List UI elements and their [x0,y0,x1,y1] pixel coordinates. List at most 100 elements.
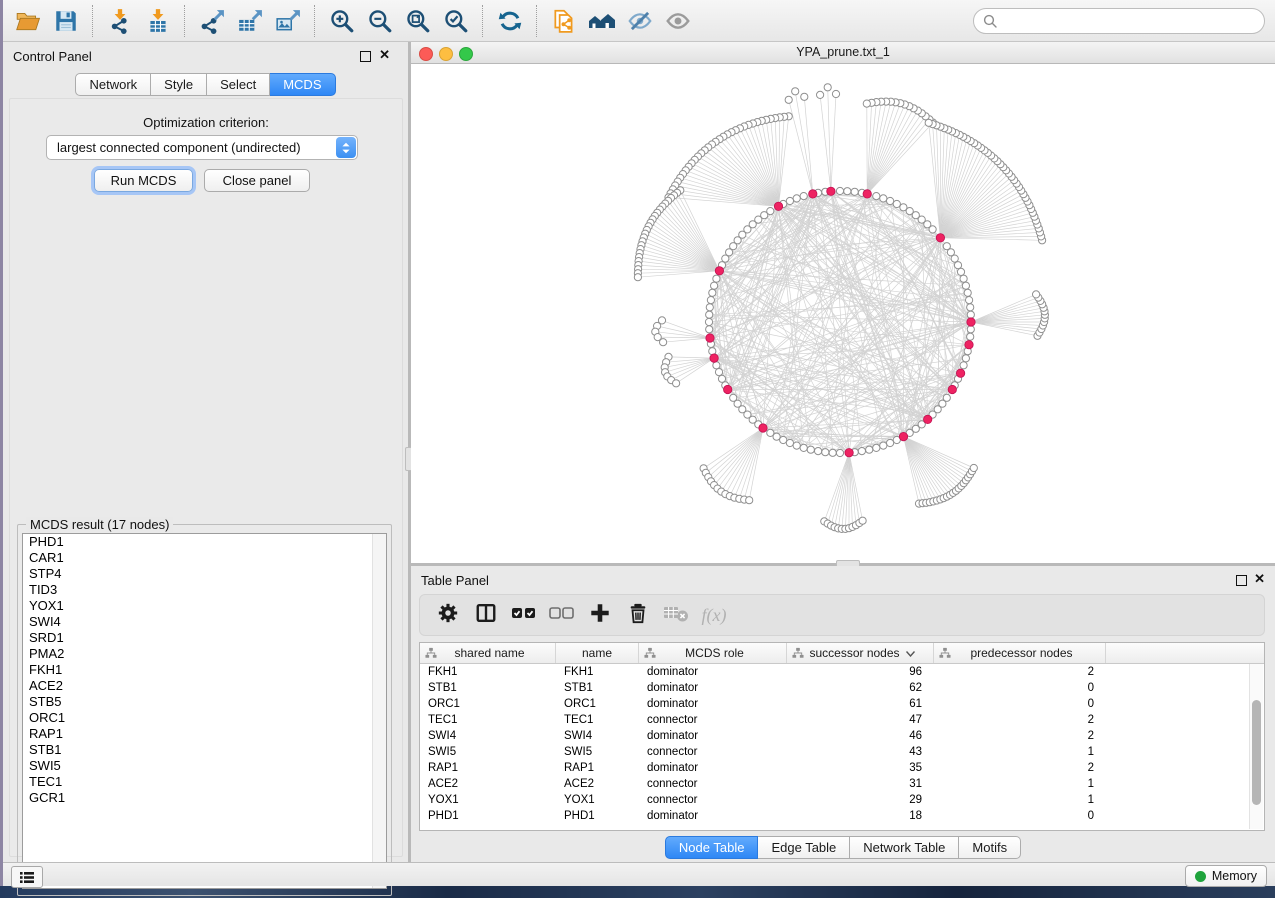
zoom-out-button[interactable] [361,4,399,38]
select-stepper-icon [336,137,356,158]
optimization-criterion-select[interactable]: largest connected component (undirected) [46,135,358,160]
table-row[interactable]: STB1STB1dominator620 [420,680,1264,696]
cell-predecessor-nodes: 1 [934,746,1106,758]
close-panel-button[interactable]: Close panel [204,169,310,192]
settings-gear-button[interactable] [432,599,464,631]
mcds-result-item[interactable]: GCR1 [23,790,386,806]
column-header-shared-name[interactable]: shared name [420,643,556,663]
table-row[interactable]: YOX1YOX1connector291 [420,792,1264,808]
mcds-result-item[interactable]: PMA2 [23,646,386,662]
tab-network-table[interactable]: Network Table [850,836,959,859]
table-row[interactable]: ORC1ORC1dominator610 [420,696,1264,712]
show-all-button[interactable] [659,4,697,38]
scrollbar-thumb[interactable] [1252,700,1261,805]
clone-network-button[interactable] [545,4,583,38]
mcds-result-item[interactable]: STB5 [23,694,386,710]
mcds-result-item[interactable]: STP4 [23,566,386,582]
tab-motifs[interactable]: Motifs [959,836,1021,859]
optimization-criterion-label: Optimization criterion: [10,115,402,130]
table-scrollbar[interactable] [1249,664,1263,829]
zoom-fit-button[interactable] [399,4,437,38]
column-header-predecessor-nodes[interactable]: predecessor nodes [934,643,1106,663]
float-window-icon[interactable] [1236,575,1247,586]
close-panel-icon[interactable]: ✕ [379,48,390,62]
tab-edge-table[interactable]: Edge Table [758,836,850,859]
hide-selected-button[interactable] [621,4,659,38]
add-column-button[interactable] [584,599,616,631]
cell-successor-nodes: 46 [787,730,934,742]
cell-shared-name: SWI5 [420,746,556,758]
save-session-button[interactable] [47,4,85,38]
result-list-scrollbar[interactable] [372,534,386,888]
tab-select[interactable]: Select [207,73,270,96]
table-row[interactable]: SWI4SWI4dominator462 [420,728,1264,744]
delete-column-button[interactable] [622,599,654,631]
cell-successor-nodes: 96 [787,666,934,678]
mcds-result-item[interactable]: CAR1 [23,550,386,566]
add-column-icon [589,602,611,629]
mcds-result-item[interactable]: YOX1 [23,598,386,614]
table-row[interactable]: SWI5SWI5connector431 [420,744,1264,760]
export-table-button[interactable] [231,4,269,38]
mcds-result-item[interactable]: STB1 [23,742,386,758]
column-header-name[interactable]: name [556,643,639,663]
control-panel-title: Control Panel [13,49,92,64]
mcds-result-item[interactable]: FKH1 [23,662,386,678]
cell-successor-nodes: 31 [787,778,934,790]
mcds-result-item[interactable]: ORC1 [23,710,386,726]
column-layout-button[interactable] [470,599,502,631]
toolbar-separator [482,5,484,37]
cell-name: STB1 [556,682,639,694]
column-header-filler [1106,643,1264,663]
network-graph[interactable] [411,64,1275,563]
task-history-button[interactable] [11,866,43,888]
table-row[interactable]: PHD1PHD1dominator180 [420,808,1264,824]
tab-network[interactable]: Network [75,73,151,96]
cell-successor-nodes: 29 [787,794,934,806]
export-network-button[interactable] [193,4,231,38]
mcds-result-list[interactable]: PHD1CAR1STP4TID3YOX1SWI4SRD1PMA2FKH1ACE2… [22,533,387,889]
function-builder-button[interactable]: f(x) [698,599,730,631]
table-row[interactable]: ACE2ACE2connector311 [420,776,1264,792]
table-row[interactable]: TEC1TEC1connector472 [420,712,1264,728]
zoom-in-button[interactable] [323,4,361,38]
tab-mcds[interactable]: MCDS [270,73,335,96]
mcds-result-item[interactable]: ACE2 [23,678,386,694]
hide-columns-button[interactable] [546,599,578,631]
mcds-result-item[interactable]: SWI5 [23,758,386,774]
column-header-successor-nodes[interactable]: successor nodes [787,643,934,663]
export-image-button[interactable] [269,4,307,38]
mcds-result-item[interactable]: PHD1 [23,534,386,550]
hide-columns-icon [549,602,575,629]
refresh-network-button[interactable] [491,4,529,38]
show-columns-button[interactable] [508,599,540,631]
network-canvas[interactable] [411,64,1275,563]
mcds-result-item[interactable]: TID3 [23,582,386,598]
delete-table-button[interactable] [660,599,692,631]
mcds-result-item[interactable]: SRD1 [23,630,386,646]
first-neighbors-button[interactable] [583,4,621,38]
search-box[interactable] [973,8,1265,34]
network-window-titlebar[interactable]: YPA_prune.txt_1 [411,42,1275,64]
table-row[interactable]: RAP1RAP1dominator352 [420,760,1264,776]
float-window-icon[interactable] [360,51,371,62]
import-table-button[interactable] [139,4,177,38]
import-network-button[interactable] [101,4,139,38]
cell-MCDS-role: dominator [639,666,787,678]
cell-predecessor-nodes: 2 [934,666,1106,678]
column-label: name [582,646,612,660]
column-header-MCDS-role[interactable]: MCDS role [639,643,787,663]
run-mcds-button[interactable]: Run MCDS [94,169,193,192]
mcds-result-item[interactable]: SWI4 [23,614,386,630]
tab-style[interactable]: Style [151,73,207,96]
search-input[interactable] [1002,13,1246,30]
memory-button[interactable]: Memory [1185,865,1267,887]
search-icon [983,14,997,28]
zoom-selected-button[interactable] [437,4,475,38]
close-panel-icon[interactable]: ✕ [1254,572,1265,586]
table-row[interactable]: FKH1FKH1dominator962 [420,664,1264,680]
mcds-result-item[interactable]: RAP1 [23,726,386,742]
open-file-button[interactable] [9,4,47,38]
tab-node-table[interactable]: Node Table [665,836,759,859]
mcds-result-item[interactable]: TEC1 [23,774,386,790]
